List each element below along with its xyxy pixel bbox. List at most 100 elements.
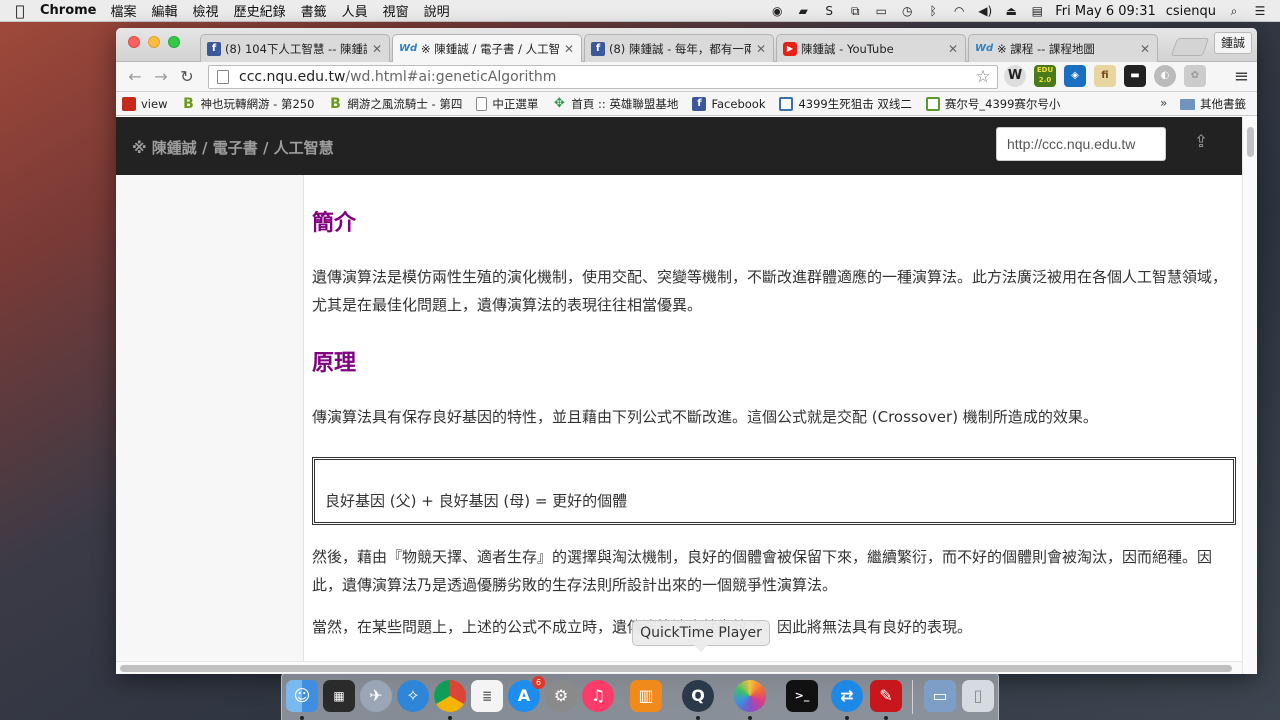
extension-fi-icon[interactable]: fi — [1094, 65, 1116, 87]
tab-close-icon[interactable]: ✕ — [371, 42, 383, 56]
tab-ebook-ai[interactable]: Wd ※ 陳鍾誠 / 電子書 / 人工智慧 ✕ — [392, 34, 582, 62]
chrome-menu-icon[interactable]: ≡ — [1234, 67, 1249, 87]
principle-paragraph: 傳演算法具有保存良好基因的特性，並且藉由下列公式不斷改進。這個公式就是交配 (C… — [312, 408, 1098, 426]
new-tab-button[interactable] — [1170, 38, 1210, 56]
site-header: ※ 陳鍾誠 / 電子書 / 人工智慧 ⇪ — [116, 117, 1257, 175]
menu-window[interactable]: 視窗 — [383, 1, 409, 20]
bookmark-seer[interactable]: 赛尔号_4399赛尔号小 — [925, 96, 1061, 112]
bookmark-lol-base[interactable]: ✥ 首頁 :: 英雄聯盟基地 — [552, 96, 679, 112]
teamviewer-icon[interactable]: ⇄ — [831, 680, 863, 712]
tab-course-map[interactable]: Wd ※ 課程 -- 課程地圖 ✕ — [968, 34, 1158, 62]
window-icon[interactable]: ⧉ — [847, 4, 863, 18]
eject-icon[interactable]: ⏏ — [1003, 4, 1019, 18]
terminal-icon[interactable]: >_ — [786, 680, 818, 712]
menu-view[interactable]: 檢視 — [193, 1, 219, 20]
page-icon — [217, 70, 229, 84]
finder-icon[interactable]: ☺ — [286, 680, 318, 712]
airplay-icon[interactable]: ▭ — [873, 4, 889, 18]
bookmark-view[interactable]: view — [122, 96, 167, 111]
forward-arrow-icon[interactable]: → — [148, 65, 174, 89]
tab-facebook-ai-course[interactable]: f (8) 104下人工智慧 -- 陳鍾誠 ✕ — [200, 34, 390, 62]
other-bookmarks-folder[interactable]: 其他書籤 — [1180, 96, 1246, 112]
tab-close-icon[interactable]: ✕ — [755, 42, 767, 56]
bookmark-4399-game[interactable]: 4399生死狙击 双线二 — [779, 96, 912, 112]
browser-toolbar: ← → ↻ ccc.nqu.edu.tw/wd.html#ai:geneticA… — [116, 62, 1257, 92]
bookmark-novel-1[interactable]: B 神也玩轉網游 - 第250 — [181, 96, 314, 112]
chrome-icon[interactable] — [434, 680, 466, 712]
menu-bookmarks[interactable]: 書籤 — [301, 1, 327, 20]
bookmark-page-icon — [476, 96, 488, 111]
tooltip-arrow — [694, 645, 708, 652]
spotlight-search-icon[interactable]: ⌕ — [1226, 4, 1242, 18]
address-bar[interactable]: ccc.nqu.edu.tw/wd.html#ai:geneticAlgorit… — [208, 65, 998, 89]
menu-help[interactable]: 說明 — [424, 1, 450, 20]
bookmark-star-icon[interactable]: ☆ — [973, 66, 993, 88]
notes-icon[interactable]: ≣ — [471, 680, 503, 712]
flag-icon[interactable]: ▤ — [1029, 4, 1045, 18]
system-preferences-icon[interactable]: ⚙ — [545, 680, 577, 712]
wifi-icon[interactable]: ◠ — [951, 4, 967, 18]
menu-people[interactable]: 人員 — [342, 1, 368, 20]
chat-icon[interactable]: ▰ — [795, 4, 811, 18]
apple-menu-icon[interactable]:  — [0, 2, 40, 20]
browser-window: f (8) 104下人工智慧 -- 陳鍾誠 ✕ Wd ※ 陳鍾誠 / 電子書 /… — [116, 28, 1257, 674]
profile-button[interactable]: 鍾誠 — [1214, 32, 1252, 54]
site-title[interactable]: ※ 陳鍾誠 / 電子書 / 人工智慧 — [132, 137, 334, 158]
tab-title: 陳鍾誠 - YouTube — [801, 41, 894, 56]
vertical-scrollbar[interactable] — [1242, 117, 1257, 674]
tab-youtube[interactable]: ▶ 陳鍾誠 - YouTube ✕ — [776, 34, 966, 62]
keyboard-extension-icon[interactable]: ▬ — [1124, 65, 1146, 87]
menu-app-name[interactable]: Chrome — [40, 3, 97, 18]
extension-gray-icon[interactable]: ◐ — [1154, 65, 1176, 87]
user-name[interactable]: csienqu — [1166, 4, 1216, 19]
bookmark-menu[interactable]: 中正選單 — [476, 96, 538, 112]
downloads-folder-icon[interactable]: ▭ — [924, 680, 956, 712]
vertical-scroll-thumb[interactable] — [1247, 127, 1254, 157]
dock: ☺ ▦ ✈ ✧ ≣ A 6 ⚙ ♫ ▥ Q >_ ⇄ ✎ ▭ ▯ — [281, 673, 999, 720]
menu-file[interactable]: 檔案 — [111, 1, 137, 20]
share-url-input[interactable] — [996, 127, 1166, 161]
wikipedia-extension-icon[interactable]: W — [1004, 65, 1026, 87]
acrobat-icon[interactable]: ✎ — [870, 680, 902, 712]
horizontal-scroll-thumb[interactable] — [120, 665, 1232, 672]
tab-facebook-post[interactable]: f (8) 陳鍾誠 - 每年，都有一兩 ✕ — [584, 34, 774, 62]
itunes-icon[interactable]: ♫ — [582, 680, 614, 712]
page-viewport: ※ 陳鍾誠 / 電子書 / 人工智慧 ⇪ 簡介 遺傳演算法是模仿兩性生殖的演化機… — [116, 117, 1257, 674]
menu-edit[interactable]: 編輯 — [152, 1, 178, 20]
tab-title: (8) 陳鍾誠 - 每年，都有一兩 — [609, 41, 751, 56]
folder-icon — [1180, 98, 1195, 110]
tab-close-icon[interactable]: ✕ — [1139, 42, 1151, 56]
ibooks-icon[interactable]: ▥ — [630, 680, 662, 712]
time-machine-icon[interactable]: ◷ — [899, 4, 915, 18]
skype-icon[interactable]: S — [821, 4, 837, 18]
clock[interactable]: Fri May 6 09:31 — [1055, 4, 1156, 19]
window-close-button[interactable] — [128, 36, 140, 48]
photos-icon[interactable] — [734, 680, 766, 712]
record-icon[interactable]: ◉ — [769, 4, 785, 18]
bookmarks-overflow-chevron-icon[interactable]: » — [1160, 96, 1167, 110]
trash-icon[interactable]: ▯ — [962, 680, 994, 712]
back-arrow-icon[interactable]: ← — [122, 65, 148, 89]
volume-icon[interactable]: ◀) — [977, 4, 993, 18]
tab-close-icon[interactable]: ✕ — [947, 42, 959, 56]
safari-icon[interactable]: ✧ — [397, 680, 429, 712]
bookmark-label: 赛尔号_4399赛尔号小 — [944, 96, 1061, 111]
reload-icon[interactable]: ↻ — [174, 65, 200, 89]
extension-blue-icon[interactable]: ◈ — [1064, 65, 1086, 87]
quicktime-icon[interactable]: Q — [682, 680, 714, 712]
extensions-area: W EDU 2.0 ◈ fi ▬ ◐ ✿ — [1004, 65, 1206, 87]
bookmark-novel-2[interactable]: B 網游之風流騎士 - 第四 — [328, 96, 462, 112]
tab-close-icon[interactable]: ✕ — [563, 42, 575, 56]
principle-heading: 原理 — [312, 351, 357, 376]
dropbox-extension-icon[interactable]: ✿ — [1184, 65, 1206, 87]
window-minimize-button[interactable] — [148, 36, 160, 48]
launchpad-icon[interactable]: ✈ — [360, 680, 392, 712]
bluetooth-icon[interactable]: ᛒ — [925, 4, 941, 18]
edu-extension-icon[interactable]: EDU 2.0 — [1034, 65, 1056, 87]
mission-control-icon[interactable]: ▦ — [323, 680, 355, 712]
notification-center-icon[interactable]: ☰ — [1252, 4, 1268, 18]
menu-history[interactable]: 歷史紀錄 — [234, 1, 286, 20]
window-maximize-button[interactable] — [168, 36, 180, 48]
share-icon[interactable]: ⇪ — [1194, 132, 1208, 152]
bookmark-facebook[interactable]: f Facebook — [692, 96, 765, 111]
